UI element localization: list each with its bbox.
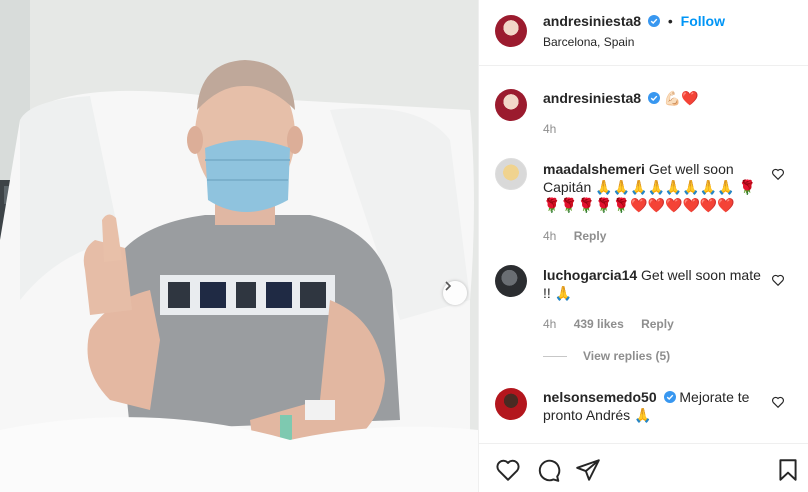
caption-avatar[interactable]: [495, 89, 527, 121]
comment-meta: 4h Reply: [543, 229, 620, 243]
caption-text: 💪🏻❤️: [663, 90, 699, 106]
caption: andresiniesta8 💪🏻❤️: [543, 89, 768, 107]
post-photo[interactable]: [0, 0, 478, 492]
bookmark-icon[interactable]: [775, 457, 801, 483]
comment-like-heart-icon[interactable]: [771, 167, 785, 181]
hospital-photo-illustration: [0, 0, 478, 492]
view-replies-button[interactable]: View replies (5): [543, 349, 670, 363]
verified-badge-icon: [647, 92, 660, 104]
commenter-avatar[interactable]: [495, 388, 527, 420]
comment-time[interactable]: 4h: [543, 317, 556, 331]
comment-item: nelsonsemedo50 Mejorate te pronto Andrés…: [543, 388, 768, 424]
location-link[interactable]: Barcelona, Spain: [543, 35, 634, 49]
post-header: andresiniesta8 • Follow Barcelona, Spain: [479, 0, 808, 66]
reply-button[interactable]: Reply: [574, 229, 607, 243]
heart-icon[interactable]: [495, 457, 521, 483]
carousel-next-button[interactable]: [443, 281, 467, 305]
paper-plane-icon[interactable]: [575, 457, 601, 483]
comment-like-heart-icon[interactable]: [771, 395, 785, 409]
comment-like-heart-icon[interactable]: [771, 273, 785, 287]
comment-username[interactable]: maadalshemeri: [543, 161, 645, 177]
verified-badge-icon: [647, 15, 660, 27]
follow-button[interactable]: Follow: [681, 13, 725, 29]
view-replies-label: View replies (5): [583, 349, 671, 363]
post-action-bar: [479, 443, 808, 492]
separator-dot: •: [667, 13, 673, 29]
commenter-avatar[interactable]: [495, 265, 527, 297]
comment-item: maadalshemeri Get well soon Capitán 🙏🙏🙏🙏…: [543, 160, 768, 214]
commenter-avatar[interactable]: [495, 158, 527, 190]
comment-username[interactable]: luchogarcia14: [543, 267, 637, 283]
verified-badge-icon: [663, 391, 676, 403]
comment-username[interactable]: nelsonsemedo50: [543, 389, 657, 405]
comment-item: luchogarcia14 Get well soon mate !! 🙏: [543, 266, 768, 302]
reply-button[interactable]: Reply: [641, 317, 674, 331]
caption-time[interactable]: 4h: [543, 122, 556, 136]
header-user-row: andresiniesta8 • Follow: [543, 13, 725, 29]
comment-likes[interactable]: 439 likes: [574, 317, 624, 331]
comment-meta: 4h 439 likes Reply: [543, 317, 688, 331]
view-replies-line: [543, 355, 567, 357]
comment-icon[interactable]: [535, 457, 561, 483]
caption-meta: 4h: [543, 122, 570, 136]
post-side-panel: andresiniesta8 • Follow Barcelona, Spain…: [478, 0, 808, 492]
author-avatar[interactable]: [495, 15, 527, 47]
chevron-right-icon: [445, 281, 452, 291]
comment-time[interactable]: 4h: [543, 229, 556, 243]
author-username[interactable]: andresiniesta8: [543, 13, 641, 29]
caption-username[interactable]: andresiniesta8: [543, 90, 641, 106]
